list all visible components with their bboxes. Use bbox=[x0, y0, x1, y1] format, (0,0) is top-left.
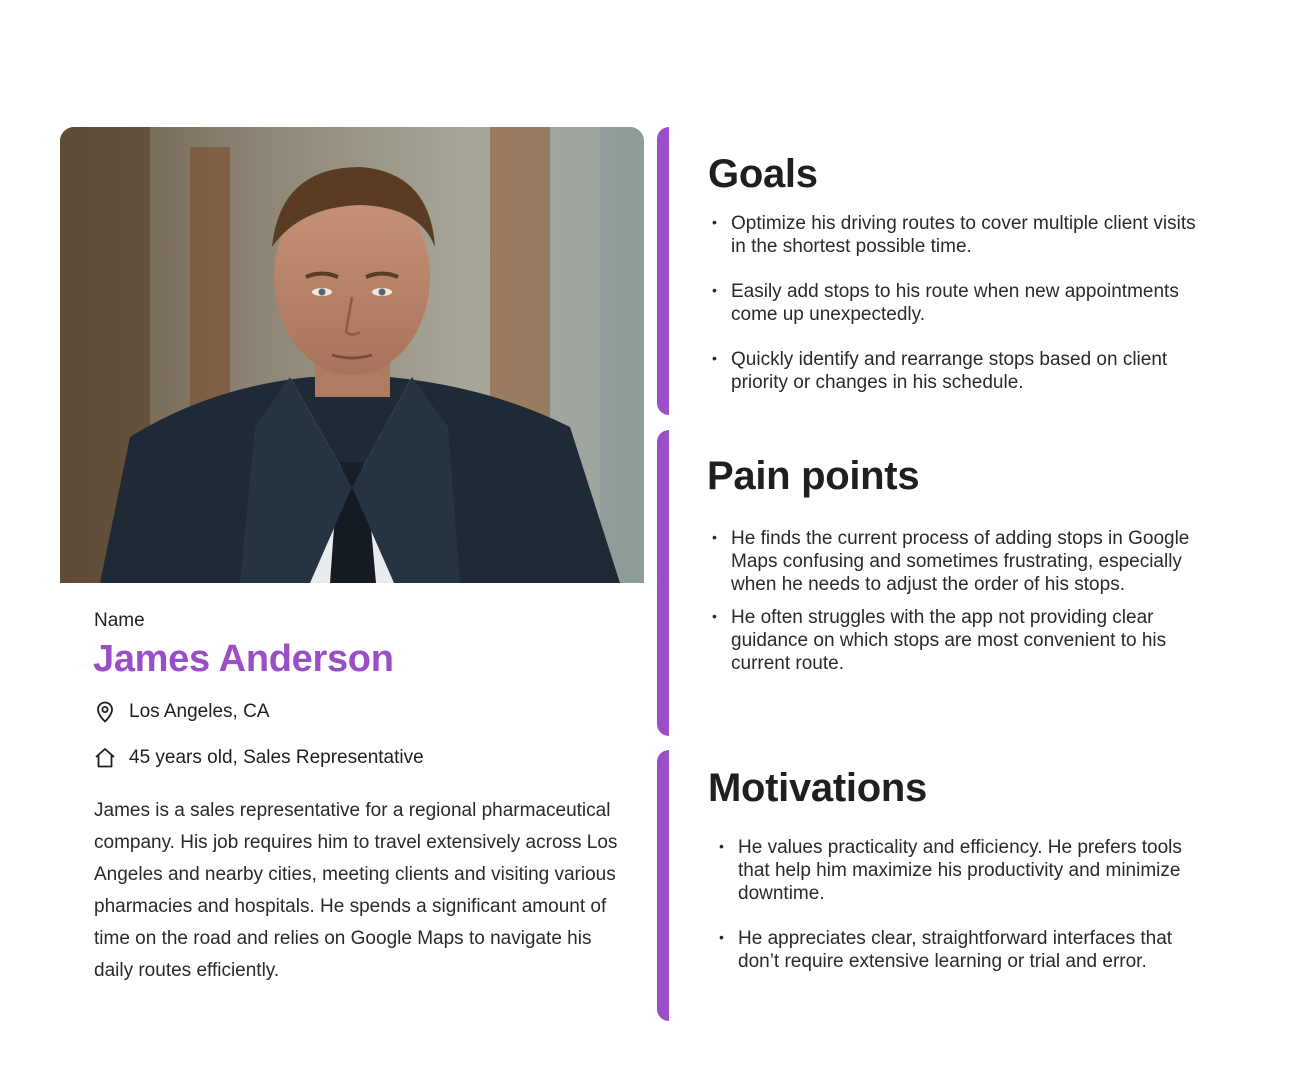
portrait-photo bbox=[60, 127, 644, 583]
location-row: Los Angeles, CA bbox=[93, 700, 269, 724]
section-divider-pain-points bbox=[657, 430, 669, 736]
location-text: Los Angeles, CA bbox=[129, 701, 270, 722]
list-item: He finds the current process of adding s… bbox=[708, 526, 1208, 596]
details-row: 45 years old, Sales Representative bbox=[93, 746, 424, 770]
details-text: 45 years old, Sales Representative bbox=[129, 747, 424, 768]
location-pin-icon bbox=[93, 700, 117, 724]
list-item: He often struggles with the app not prov… bbox=[708, 605, 1208, 675]
section-divider-motivations bbox=[657, 750, 669, 1021]
name-caption: Name bbox=[94, 610, 145, 631]
home-icon bbox=[93, 746, 117, 770]
section-divider-goals bbox=[657, 127, 669, 415]
list-item: Easily add stops to his route when new a… bbox=[708, 279, 1208, 326]
motivations-list: He values practicality and efficiency. H… bbox=[715, 835, 1215, 995]
list-item: He values practicality and efficiency. H… bbox=[715, 835, 1215, 905]
person-name: James Anderson bbox=[93, 638, 394, 680]
list-item: Quickly identify and rearrange stops bas… bbox=[708, 347, 1208, 394]
list-item: He appreciates clear, straightforward in… bbox=[715, 926, 1215, 973]
bio-paragraph: James is a sales representative for a re… bbox=[94, 800, 618, 981]
goals-list: Optimize his driving routes to cover mul… bbox=[708, 211, 1208, 416]
motivations-heading: Motivations bbox=[708, 766, 927, 810]
pain-points-list: He finds the current process of adding s… bbox=[708, 526, 1208, 685]
pain-points-heading: Pain points bbox=[707, 454, 920, 498]
list-item: Optimize his driving routes to cover mul… bbox=[708, 211, 1208, 258]
goals-heading: Goals bbox=[708, 152, 818, 196]
